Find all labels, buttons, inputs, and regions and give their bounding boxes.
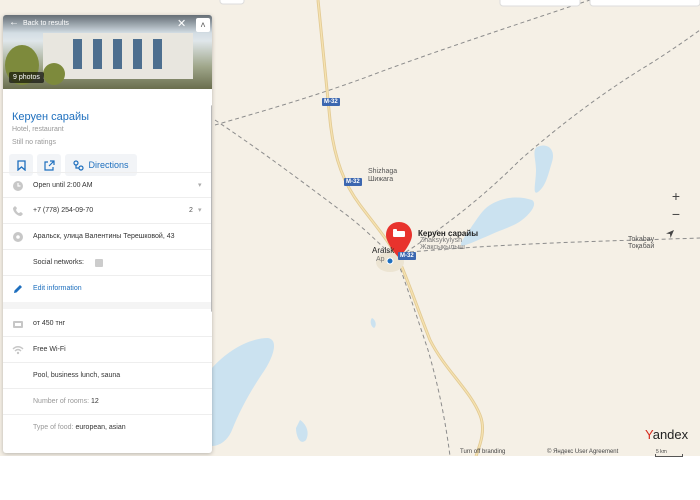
bookmark-icon [16, 159, 26, 171]
copyright-agreement-link[interactable]: © Яндекс User Agreement [547, 449, 618, 455]
railway-n [214, 0, 591, 126]
panel-scrollbar[interactable] [211, 105, 212, 312]
food-text: Type of food: european, asian [33, 424, 126, 431]
locate-arrow-icon [666, 230, 674, 238]
top-control-right [589, 0, 700, 7]
road-badge-m32: M-32 [398, 252, 416, 260]
address-text: Аральск, улица Валентины Терешковой, 43 [33, 233, 175, 240]
location-dot [386, 257, 394, 265]
clock-icon [13, 181, 23, 191]
lake-zhaksykylysh [460, 197, 535, 246]
label-tokabay-kz: Тоқабай [628, 243, 655, 250]
back-arrow-icon: ← [9, 17, 19, 28]
rooms-label: Number of rooms: [33, 398, 90, 405]
rooms-row: Number of rooms: 12 [3, 389, 212, 415]
wifi-text: Free Wi-Fi [33, 346, 66, 353]
railway-sw [214, 119, 396, 259]
label-aralsk: Aralsk [372, 246, 395, 255]
place-category: Hotel, restaurant [12, 126, 64, 133]
rooms-value: 12 [90, 398, 99, 405]
social-label: Social networks: [33, 259, 84, 266]
share-icon [43, 159, 55, 171]
top-search-box [499, 0, 581, 7]
social-network-icon[interactable] [95, 259, 103, 267]
label-aralsk-sub: Ар [376, 256, 385, 263]
food-label: Type of food: [33, 424, 74, 431]
phone-row[interactable]: +7 (778) 254-09-70 2 ▾ [3, 198, 212, 224]
road-badge-m32: M-32 [322, 98, 340, 106]
bottom-whitespace [0, 456, 700, 500]
wifi-row: Free Wi-Fi [3, 337, 212, 363]
address-row: Аральск, улица Валентины Терешковой, 43 [3, 224, 212, 250]
photo-window [73, 39, 82, 69]
price-text: от 450 тнг [33, 320, 66, 327]
edit-info-link[interactable]: Edit information [33, 285, 82, 292]
phone-icon [13, 206, 23, 216]
hours-text: Open until 2:00 AM [33, 182, 93, 189]
food-value: european, asian [75, 424, 126, 431]
photos-count-badge[interactable]: 9 photos [9, 72, 44, 83]
back-label: Back to results [23, 19, 69, 27]
road-badge-m32: M-32 [344, 178, 362, 186]
railway-ne [399, 29, 700, 257]
place-ratings: Still no ratings [12, 139, 56, 146]
edit-info-row[interactable]: Edit information [3, 276, 212, 302]
wifi-icon [12, 346, 24, 355]
chevron-down-icon: ▾ [198, 182, 202, 189]
pencil-icon [14, 285, 22, 293]
photo-window [133, 39, 142, 69]
back-to-results-link[interactable]: ← Back to results [9, 17, 69, 28]
location-icon [13, 232, 23, 242]
features-text: Pool, business lunch, sauna [33, 372, 121, 379]
place-card-panel: ← Back to results ✕ ˄ 9 photos Керуен са… [3, 15, 212, 453]
features-row: Pool, business lunch, sauna [3, 363, 212, 389]
rooms-text: Number of rooms: 12 [33, 398, 99, 405]
photo-window [153, 39, 162, 69]
top-control-left [219, 0, 245, 5]
price-row: от 450 тнг [3, 311, 212, 337]
label-shizhaga: Shizhaga [368, 168, 398, 175]
food-row: Type of food: european, asian [3, 415, 212, 441]
zoom-out-button[interactable]: − [665, 203, 687, 225]
section-divider [3, 302, 212, 309]
social-row: Social networks: [3, 250, 212, 276]
directions-icon [73, 159, 85, 171]
locate-button[interactable] [665, 229, 687, 251]
label-shizhaga-kz: Шижага [368, 176, 394, 183]
photo-window [113, 39, 122, 69]
label-zhaksykylysh-kz: Жақсықылыш [420, 244, 465, 251]
water-small-2 [370, 318, 376, 328]
close-icon[interactable]: ✕ [177, 17, 186, 30]
photo-window [93, 39, 102, 69]
hours-row[interactable]: Open until 2:00 AM ▾ [3, 172, 212, 198]
photo-tree [43, 63, 65, 85]
phone-count: 2 [189, 207, 193, 214]
place-photo[interactable]: ← Back to results ✕ ˄ 9 photos [3, 15, 212, 89]
cash-icon [13, 321, 23, 328]
water-bottom [296, 420, 308, 442]
yandex-logo: Yandex [645, 427, 689, 442]
collapse-chevron-up-icon[interactable]: ˄ [196, 18, 210, 32]
place-title: Керуен сарайы [12, 111, 90, 123]
directions-label: Directions [88, 160, 129, 170]
lake-aral [212, 338, 275, 446]
turn-off-branding-link[interactable]: Turn off branding [460, 449, 505, 455]
chevron-down-icon: ▾ [198, 207, 202, 214]
phone-text[interactable]: +7 (778) 254-09-70 [33, 207, 93, 214]
scale-bar [655, 454, 683, 457]
lake-small [534, 145, 554, 193]
